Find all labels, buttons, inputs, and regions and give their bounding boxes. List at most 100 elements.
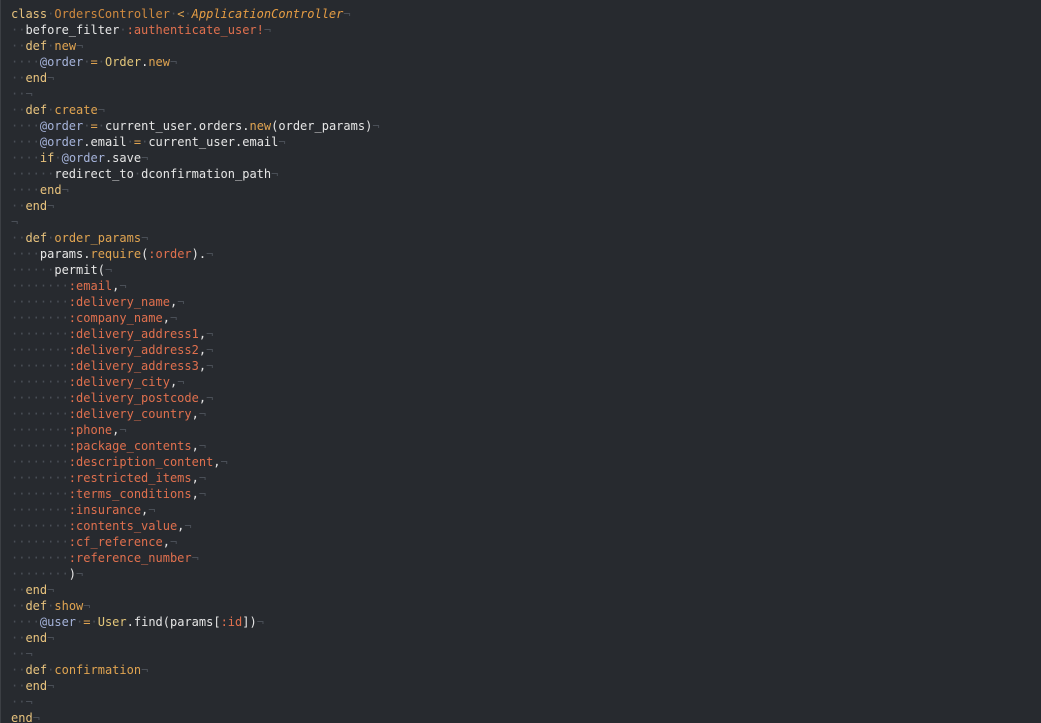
code-line[interactable]: ··before_filter·:authenticate_user!¬ [11, 22, 380, 38]
code-token: (order_params) [271, 119, 373, 133]
whitespace-marker: ········ [11, 375, 69, 389]
code-line[interactable]: ········:delivery_address3,¬ [11, 358, 380, 374]
code-line[interactable]: ····@order·=·Order.new¬ [11, 54, 380, 70]
code-line[interactable]: ········:delivery_name,¬ [11, 294, 380, 310]
code-token: , [162, 311, 170, 325]
code-line[interactable]: ··¬ [11, 86, 380, 102]
code-line[interactable]: ····@order.email·=·current_user.email¬ [11, 134, 380, 150]
code-line[interactable]: ··def·show¬ [11, 598, 380, 614]
newline-marker: ¬ [47, 583, 55, 597]
code-token: end [39, 183, 62, 197]
newline-marker: ¬ [198, 487, 207, 501]
newline-marker: ¬ [47, 71, 55, 85]
newline-marker: ¬ [104, 263, 113, 277]
code-token: :phone [68, 423, 113, 437]
whitespace-marker: ·· [11, 103, 26, 117]
code-token: :delivery_country [68, 407, 192, 421]
whitespace-marker: ···· [11, 119, 40, 133]
code-token: :order [148, 247, 192, 261]
code-line[interactable]: ········:cf_reference,¬ [11, 534, 380, 550]
code-line[interactable]: ····@order·=·current_user.orders.new(ord… [11, 118, 380, 134]
whitespace-marker: ·· [11, 199, 26, 213]
code-line[interactable]: ········:delivery_address1,¬ [11, 326, 380, 342]
code-line[interactable]: ········:delivery_country,¬ [11, 406, 380, 422]
newline-marker: ¬ [141, 231, 149, 245]
code-line[interactable]: ····if·@order.save¬ [11, 150, 380, 166]
code-line[interactable]: ········:insurance,¬ [11, 502, 380, 518]
code-token: :package_contents [68, 439, 192, 453]
newline-marker: ¬ [220, 455, 228, 469]
code-line[interactable]: ··def·create¬ [11, 102, 380, 118]
code-token: @order [39, 135, 84, 149]
code-token: end [25, 583, 48, 597]
whitespace-marker: · [90, 615, 98, 629]
code-line[interactable]: ··end¬ [11, 70, 380, 86]
code-line[interactable]: ¬ [11, 214, 380, 230]
code-line[interactable]: ··def·new¬ [11, 38, 380, 54]
code-line[interactable]: ········:package_contents,¬ [11, 438, 380, 454]
code-token: order_params [54, 231, 142, 245]
newline-marker: ¬ [83, 599, 91, 613]
code-line[interactable]: ········:email,¬ [11, 278, 380, 294]
whitespace-marker: ·· [11, 695, 26, 709]
code-line[interactable]: ········:delivery_city,¬ [11, 374, 380, 390]
newline-marker: ¬ [198, 471, 207, 485]
code-line[interactable]: ········:terms_conditions,¬ [11, 486, 380, 502]
code-line[interactable]: end¬ [11, 710, 380, 723]
code-token: , [191, 471, 199, 485]
whitespace-marker: ········ [11, 279, 69, 293]
whitespace-marker: ········ [11, 503, 69, 517]
code-token: :company_name [68, 311, 163, 325]
code-area[interactable]: class·OrdersController·<·ApplicationCont… [11, 6, 380, 723]
code-line[interactable]: ········:delivery_postcode,¬ [11, 390, 380, 406]
code-token: :restricted_items [68, 471, 192, 485]
code-line[interactable]: ····end¬ [11, 182, 380, 198]
newline-marker: ¬ [169, 535, 178, 549]
code-editor[interactable]: class·OrdersController·<·ApplicationCont… [0, 0, 1041, 723]
whitespace-marker: ·· [11, 631, 26, 645]
newline-marker: ¬ [169, 311, 178, 325]
code-line[interactable]: ········:phone,¬ [11, 422, 380, 438]
code-token: if [39, 151, 55, 165]
code-line[interactable]: ····@user·=·User.find(params[:id])¬ [11, 614, 380, 630]
code-line[interactable]: ······redirect_to·dconfirmation_path¬ [11, 166, 380, 182]
code-line[interactable]: ········:description_content,¬ [11, 454, 380, 470]
code-line[interactable]: ··end¬ [11, 582, 380, 598]
code-token: :delivery_name [68, 295, 170, 309]
code-line[interactable]: ········:contents_value,¬ [11, 518, 380, 534]
code-line[interactable]: ··¬ [11, 694, 380, 710]
whitespace-marker: · [126, 135, 134, 149]
code-line[interactable]: ········:reference_number¬ [11, 550, 380, 566]
newline-marker: ¬ [25, 87, 33, 101]
code-line[interactable]: ··def·order_params¬ [11, 230, 380, 246]
code-line[interactable]: ··end¬ [11, 630, 380, 646]
whitespace-marker: ········ [11, 519, 69, 533]
code-line[interactable]: ··¬ [11, 646, 380, 662]
code-line[interactable]: ····params.require(:order).¬ [11, 246, 380, 262]
whitespace-marker: ···· [11, 615, 40, 629]
code-token: , [162, 535, 170, 549]
code-token: , [213, 455, 221, 469]
whitespace-marker: ········ [11, 295, 69, 309]
code-line[interactable]: ········:company_name,¬ [11, 310, 380, 326]
code-line[interactable]: ········:delivery_address2,¬ [11, 342, 380, 358]
whitespace-marker: · [97, 119, 105, 133]
code-line[interactable]: ··def·confirmation¬ [11, 662, 380, 678]
code-token: :authenticate_user! [126, 23, 264, 37]
code-token: before_filter [25, 23, 120, 37]
whitespace-marker: ·· [11, 231, 26, 245]
whitespace-marker: · [133, 167, 142, 181]
code-line[interactable]: ········)¬ [11, 566, 380, 582]
code-line[interactable]: class·OrdersController·<·ApplicationCont… [11, 6, 380, 22]
newline-marker: ¬ [47, 631, 55, 645]
code-line[interactable]: ······permit(¬ [11, 262, 380, 278]
code-line[interactable]: ··end¬ [11, 198, 380, 214]
code-token: , [198, 391, 207, 405]
code-line[interactable]: ········:restricted_items,¬ [11, 470, 380, 486]
newline-marker: ¬ [184, 519, 192, 533]
newline-marker: ¬ [206, 391, 214, 405]
code-token: end [25, 199, 48, 213]
newline-marker: ¬ [206, 359, 214, 373]
newline-marker: ¬ [271, 167, 279, 181]
code-line[interactable]: ··end¬ [11, 678, 380, 694]
